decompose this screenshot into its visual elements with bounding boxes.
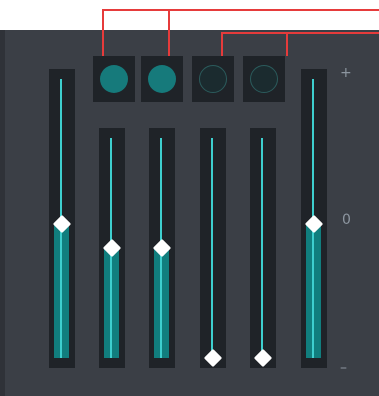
led-indicator-3[interactable] (192, 56, 234, 102)
fader-slider-5[interactable] (250, 128, 276, 368)
connector-top-line-2 (221, 32, 379, 34)
circle-led-icon (250, 65, 278, 93)
left-edge (0, 30, 5, 396)
connector-drop-4 (286, 32, 288, 56)
led-indicator-2[interactable] (141, 56, 183, 102)
fader-slider-3[interactable] (149, 128, 175, 368)
fader-line (211, 138, 213, 358)
fader-line (261, 138, 263, 358)
mixer-panel: + 0 – (0, 0, 379, 396)
scale-minus-label: – (340, 360, 347, 376)
led-indicator-4[interactable] (243, 56, 285, 102)
scale-plus-label: + (340, 65, 352, 81)
connector-drop-3 (221, 32, 223, 56)
circle-led-icon (199, 65, 227, 93)
fader-slider-1[interactable] (49, 69, 75, 368)
fader-slider-6[interactable] (301, 69, 327, 368)
circle-led-icon (148, 65, 176, 93)
led-indicator-1[interactable] (93, 56, 135, 102)
connector-top-line-1 (102, 9, 379, 11)
connector-drop-1 (102, 9, 104, 56)
top-strip (0, 0, 379, 30)
fader-slider-2[interactable] (99, 128, 125, 368)
connector-drop-2 (168, 9, 170, 56)
fader-slider-4[interactable] (200, 128, 226, 368)
scale-zero-label: 0 (342, 212, 351, 228)
circle-led-icon (100, 65, 128, 93)
diamond-thumb-icon[interactable] (253, 348, 273, 368)
diamond-thumb-icon[interactable] (203, 348, 223, 368)
